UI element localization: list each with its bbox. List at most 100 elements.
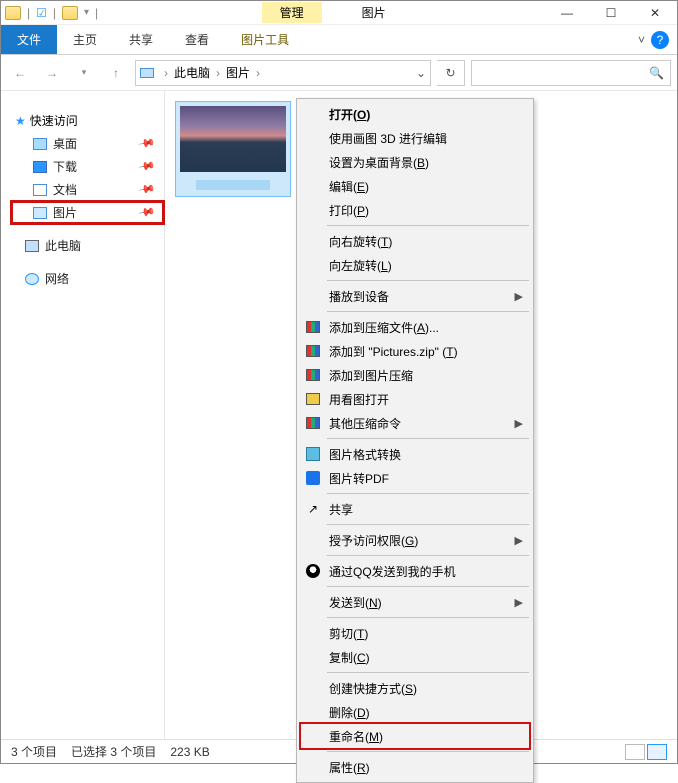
tab-view[interactable]: 查看 (169, 25, 225, 54)
file-thumbnail[interactable] (175, 101, 291, 197)
up-button[interactable]: ↑ (103, 60, 129, 86)
address-bar: ← → ▾ ↑ › 此电脑 › 图片 › ⌄ ↻ 🔍 (1, 55, 677, 91)
ctx-delete[interactable]: 删除(D) (299, 700, 531, 724)
forward-button[interactable]: → (39, 60, 65, 86)
separator (327, 311, 529, 312)
sidebar-item-desktop[interactable]: 桌面 📌 (11, 132, 164, 155)
ctx-open[interactable]: 打开(O) (299, 102, 531, 126)
refresh-button[interactable]: ↻ (437, 60, 465, 86)
qat-divider: | (53, 6, 56, 20)
ctx-share[interactable]: ↗共享 (299, 497, 531, 521)
ctx-paint3d[interactable]: 使用画图 3D 进行编辑 (299, 126, 531, 150)
sidebar-item-documents[interactable]: 文档 📌 (11, 178, 164, 201)
submenu-arrow-icon: ▶ (515, 534, 523, 547)
ctx-add-archive[interactable]: 添加到压缩文件(A)... (299, 315, 531, 339)
navigation-pane: ★ 快速访问 桌面 📌 下载 📌 文档 📌 图片 📌 (1, 91, 165, 739)
ctx-send-to[interactable]: 发送到(N)▶ (299, 590, 531, 614)
breadcrumb[interactable]: › 此电脑 › 图片 › ⌄ (135, 60, 431, 86)
ctx-other-archive[interactable]: 其他压缩命令▶ (299, 411, 531, 435)
title-bar: | ☑ | ▾ | 管理 图片 — ☐ ✕ (1, 1, 677, 25)
pin-icon: 📌 (138, 203, 157, 222)
minimize-button[interactable]: — (545, 1, 589, 25)
close-button[interactable]: ✕ (633, 1, 677, 25)
separator (327, 438, 529, 439)
ribbon-tabs: 文件 主页 共享 查看 图片工具 ˅ ? (1, 25, 677, 55)
ctx-rename[interactable]: 重命名(M) (299, 724, 531, 748)
window-controls: — ☐ ✕ (545, 1, 677, 25)
search-icon: 🔍 (649, 66, 664, 80)
sidebar-item-label: 此电脑 (45, 237, 81, 254)
archive-icon (305, 415, 321, 431)
expand-ribbon-icon[interactable]: ˅ (638, 33, 645, 47)
tab-home[interactable]: 主页 (57, 25, 113, 54)
sidebar-item-label: 网络 (45, 270, 69, 287)
breadcrumb-root[interactable]: 此电脑 (174, 64, 210, 81)
quick-access-toolbar: | ☑ | ▾ | (1, 6, 102, 20)
ctx-add-pictures-zip[interactable]: 添加到 "Pictures.zip" (T) (299, 339, 531, 363)
status-size: 223 KB (170, 745, 209, 759)
tab-share[interactable]: 共享 (113, 25, 169, 54)
separator (327, 555, 529, 556)
ctx-to-pdf[interactable]: 图片转PDF (299, 466, 531, 490)
tab-picture-tools[interactable]: 图片工具 (225, 25, 305, 54)
ctx-convert-format[interactable]: 图片格式转换 (299, 442, 531, 466)
checkbox-icon[interactable]: ☑ (36, 6, 47, 20)
submenu-arrow-icon: ▶ (515, 417, 523, 430)
pictures-icon (33, 207, 47, 219)
sidebar-item-downloads[interactable]: 下载 📌 (11, 155, 164, 178)
sidebar-item-label: 图片 (53, 204, 77, 221)
recent-dropdown[interactable]: ▾ (71, 60, 97, 86)
archive-icon (305, 367, 321, 383)
chevron-down-icon[interactable]: ⌄ (416, 66, 426, 80)
sidebar-item-thispc[interactable]: 此电脑 (11, 234, 164, 257)
ctx-qq-send[interactable]: 通过QQ发送到我的手机 (299, 559, 531, 583)
view-toggle (625, 744, 667, 760)
pc-icon (25, 240, 39, 252)
network-group: 网络 (1, 267, 164, 290)
ctx-edit[interactable]: 编辑(E) (299, 174, 531, 198)
tab-file[interactable]: 文件 (1, 25, 57, 54)
separator (327, 617, 529, 618)
maximize-button[interactable]: ☐ (589, 1, 633, 25)
convert-icon (305, 446, 321, 462)
sidebar-item-pictures[interactable]: 图片 📌 (11, 201, 164, 224)
pdf-icon (305, 470, 321, 486)
documents-icon (33, 184, 47, 196)
ctx-properties[interactable]: 属性(R) (299, 755, 531, 779)
ctx-print[interactable]: 打印(P) (299, 198, 531, 222)
chevron-right-icon[interactable]: › (252, 66, 264, 80)
chevron-right-icon[interactable]: › (160, 66, 172, 80)
status-selected-count: 已选择 3 个项目 (71, 743, 156, 760)
ctx-create-shortcut[interactable]: 创建快捷方式(S) (299, 676, 531, 700)
ribbon-right: ˅ ? (638, 25, 677, 54)
sidebar-item-network[interactable]: 网络 (11, 267, 164, 290)
breadcrumb-current[interactable]: 图片 (226, 64, 250, 81)
ctx-open-viewer[interactable]: 用看图打开 (299, 387, 531, 411)
ctx-cast[interactable]: 播放到设备▶ (299, 284, 531, 308)
thumbnails-view-button[interactable] (647, 744, 667, 760)
help-icon[interactable]: ? (651, 31, 669, 49)
quick-access-label: 快速访问 (30, 112, 78, 129)
ctx-grant-access[interactable]: 授予访问权限(G)▶ (299, 528, 531, 552)
folder-icon (5, 6, 21, 20)
ctx-cut[interactable]: 剪切(T) (299, 621, 531, 645)
details-view-button[interactable] (625, 744, 645, 760)
thumbnail-caption (196, 180, 270, 190)
ctx-set-background[interactable]: 设置为桌面背景(B) (299, 150, 531, 174)
separator (327, 672, 529, 673)
back-button[interactable]: ← (7, 60, 33, 86)
sidebar-item-label: 桌面 (53, 135, 77, 152)
chevron-down-icon[interactable]: ▾ (84, 7, 89, 18)
search-input[interactable]: 🔍 (471, 60, 671, 86)
ctx-add-picture-archive[interactable]: 添加到图片压缩 (299, 363, 531, 387)
submenu-arrow-icon: ▶ (515, 290, 523, 303)
ctx-rotate-right[interactable]: 向右旋转(T) (299, 229, 531, 253)
thumbnail-image (180, 106, 286, 172)
qq-icon (305, 563, 321, 579)
ctx-rotate-left[interactable]: 向左旋转(L) (299, 253, 531, 277)
ctx-copy[interactable]: 复制(C) (299, 645, 531, 669)
quick-access-header[interactable]: ★ 快速访问 (11, 109, 164, 132)
chevron-right-icon[interactable]: › (212, 66, 224, 80)
pc-icon (140, 68, 154, 78)
pin-icon: 📌 (138, 134, 157, 153)
